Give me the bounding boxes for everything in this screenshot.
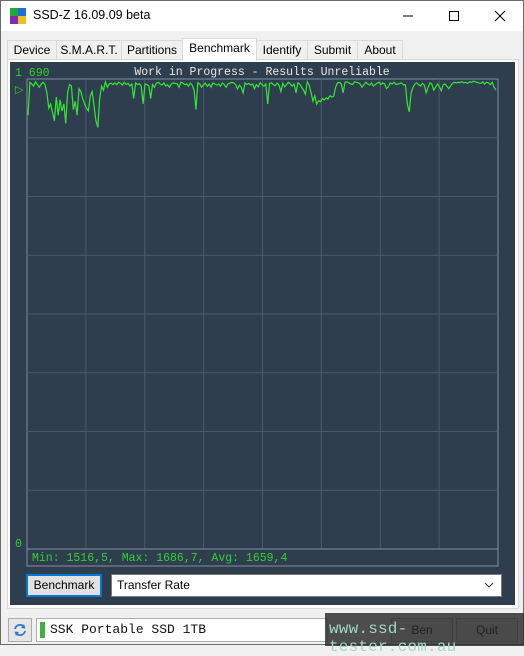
benchmark-mode-select[interactable]: Transfer Rate bbox=[111, 574, 502, 597]
app-window: SSD-Z 16.09.09 beta Device S.M.A.R.T. Pa… bbox=[0, 0, 524, 656]
refresh-button[interactable] bbox=[8, 618, 32, 642]
stats-text: Min: 1516,5, Max: 1686,7, Avg: 1659,4 bbox=[32, 552, 287, 565]
drive-selector[interactable]: SSK Portable SSD 1TB bbox=[36, 618, 328, 642]
benchmark-button[interactable]: Benchmark bbox=[26, 574, 102, 597]
tab-benchmark[interactable]: Benchmark bbox=[182, 38, 257, 61]
refresh-icon bbox=[14, 624, 26, 636]
drive-name: SSK Portable SSD 1TB bbox=[50, 622, 207, 637]
watermark-text: www.ssd-tester.com.au bbox=[329, 620, 457, 656]
watermark-overlay: www.ssd-tester.com.au bbox=[325, 613, 524, 656]
y-min-label: 0 bbox=[15, 538, 22, 551]
chevron-down-icon bbox=[484, 582, 494, 588]
benchmark-chart: 1 690 Work in Progress - Results Unrelia… bbox=[15, 66, 499, 567]
chart-title: Work in Progress - Results Unreliable bbox=[134, 66, 389, 79]
y-max-label: 1 690 bbox=[15, 67, 50, 80]
marker-icon: ▷ bbox=[15, 85, 24, 97]
drive-status-indicator bbox=[40, 622, 45, 638]
select-value: Transfer Rate bbox=[117, 578, 190, 592]
